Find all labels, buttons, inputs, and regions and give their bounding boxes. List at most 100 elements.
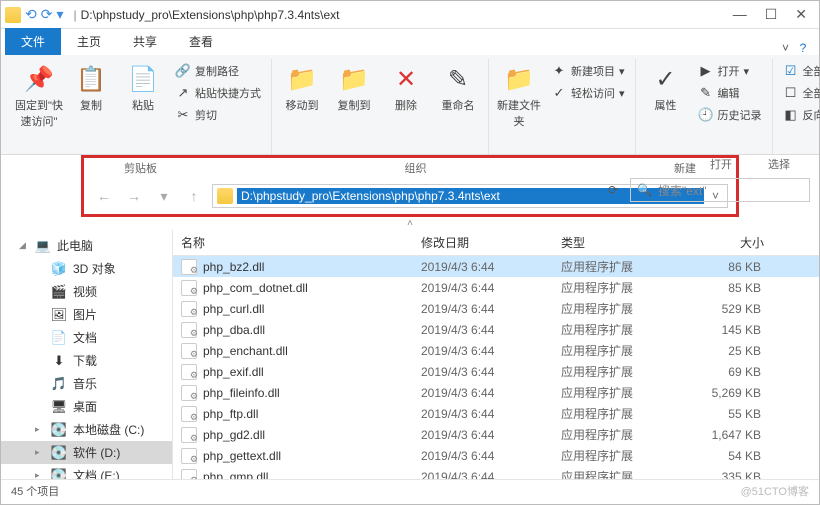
copy-icon: 📋 [75,63,107,95]
sidebar-item[interactable]: 🎬视频 [1,280,172,303]
ribbon-label-clipboard: 剪贴板 [124,160,157,176]
sidebar-item[interactable]: 🖥桌面 [1,395,172,418]
edit-icon: ✎ [698,85,714,101]
pin-quick-access-button[interactable]: 📌 固定到"快速访问" [15,61,63,133]
copy-path-button[interactable]: 🔗复制路径 [171,61,265,81]
ribbon-label-organize: 组织 [405,160,427,176]
item-icon: 🎵 [51,376,67,392]
redo-icon[interactable]: ⟳ [41,6,53,23]
sidebar-item[interactable]: ⬇下载 [1,349,172,372]
minimize-button[interactable]: — [733,6,747,23]
file-row[interactable]: php_curl.dll 2019/4/3 6:44 应用程序扩展 529 KB [173,298,819,319]
copy-to-button[interactable]: 📁复制到 [330,61,378,133]
cut-button[interactable]: ✂剪切 [171,105,265,125]
column-size[interactable]: 大小 [683,230,773,255]
nav-back-button[interactable]: ← [92,184,116,208]
file-row[interactable]: php_gmp.dll 2019/4/3 6:44 应用程序扩展 335 KB [173,466,819,479]
dll-icon [181,364,197,380]
new-folder-button[interactable]: 📁新建文件夹 [495,61,543,133]
ribbon: 📌 固定到"快速访问" 📋 复制 📄 粘贴 🔗复制路径 ↗粘贴快捷方式 ✂剪切 … [1,55,819,155]
file-row[interactable]: php_com_dotnet.dll 2019/4/3 6:44 应用程序扩展 … [173,277,819,298]
history-button[interactable]: 🕘历史记录 [694,105,766,125]
path-icon: 🔗 [175,63,191,79]
help-icon[interactable]: ? [795,41,819,55]
move-to-button[interactable]: 📁移动到 [278,61,326,133]
navigation-pane: ◢ 💻 此电脑 🧊3D 对象🎬视频🖼图片📄文档⬇下载🎵音乐🖥桌面▸💽本地磁盘 (… [1,230,173,479]
tree-collapse-icon[interactable]: ◢ [19,240,29,251]
delete-button[interactable]: ✕删除 [382,61,430,133]
dll-icon [181,385,197,401]
paste-shortcut-button[interactable]: ↗粘贴快捷方式 [171,83,265,103]
invert-selection-button[interactable]: ◧反向选择 [779,105,820,125]
properties-icon: ✓ [650,63,682,95]
undo-icon[interactable]: ⟲ [25,6,37,23]
breadcrumb-collapse-icon[interactable]: ˄ [1,217,819,230]
dll-icon [181,427,197,443]
file-row[interactable]: php_gd2.dll 2019/4/3 6:44 应用程序扩展 1,647 K… [173,424,819,445]
shortcut-icon: ↗ [175,85,191,101]
pin-icon: 📌 [23,63,55,95]
refresh-button[interactable]: ⟳ [602,183,624,197]
file-row[interactable]: php_dba.dll 2019/4/3 6:44 应用程序扩展 145 KB [173,319,819,340]
paste-icon: 📄 [127,63,159,95]
search-input[interactable]: 🔍 搜索"ext" [630,178,810,202]
file-row[interactable]: php_fileinfo.dll 2019/4/3 6:44 应用程序扩展 5,… [173,382,819,403]
separator: | [74,8,77,22]
item-icon: 🧊 [51,261,67,277]
tab-home[interactable]: 主页 [61,28,117,55]
tab-view[interactable]: 查看 [173,28,229,55]
dll-icon [181,322,197,338]
tree-icon[interactable]: ▸ [35,470,45,479]
tab-file[interactable]: 文件 [5,28,61,55]
nav-recent-button[interactable]: ▾ [152,184,176,208]
ribbon-label-open: 打开 [710,156,732,172]
file-row[interactable]: php_gettext.dll 2019/4/3 6:44 应用程序扩展 54 … [173,445,819,466]
ribbon-label-new: 新建 [674,160,696,176]
sidebar-item[interactable]: ▸💽本地磁盘 (C:) [1,418,172,441]
dll-icon [181,406,197,422]
new-item-button[interactable]: ✦新建项目▾ [547,61,629,81]
file-row[interactable]: php_exif.dll 2019/4/3 6:44 应用程序扩展 69 KB [173,361,819,382]
sidebar-item[interactable]: 🎵音乐 [1,372,172,395]
paste-button[interactable]: 📄 粘贴 [119,61,167,133]
close-button[interactable]: ✕ [795,6,807,23]
maximize-button[interactable]: ☐ [765,6,778,23]
dll-icon [181,259,197,275]
newfolder-icon: 📁 [503,63,535,95]
rename-icon: ✎ [442,63,474,95]
properties-button[interactable]: ✓属性 [642,61,690,133]
ribbon-group-select: ☑全部选择 ☐全部取消 ◧反向选择 [773,59,820,154]
nav-forward-button[interactable]: → [122,184,146,208]
sidebar-item[interactable]: 📄文档 [1,326,172,349]
open-icon: ▶ [698,63,714,79]
column-type[interactable]: 类型 [553,230,683,255]
edit-button[interactable]: ✎编辑 [694,83,766,103]
item-icon: 💽 [51,445,67,461]
selectall-icon: ☑ [783,63,799,79]
sidebar-item[interactable]: 🧊3D 对象 [1,257,172,280]
easy-access-button[interactable]: ✓轻松访问▾ [547,83,629,103]
select-all-button[interactable]: ☑全部选择 [779,61,820,81]
file-row[interactable]: php_enchant.dll 2019/4/3 6:44 应用程序扩展 25 … [173,340,819,361]
file-row[interactable]: php_bz2.dll 2019/4/3 6:44 应用程序扩展 86 KB [173,256,819,277]
file-row[interactable]: php_ftp.dll 2019/4/3 6:44 应用程序扩展 55 KB [173,403,819,424]
select-none-button[interactable]: ☐全部取消 [779,83,820,103]
ribbon-tabs: 文件 主页 共享 查看 ˅ ? [1,29,819,55]
column-name[interactable]: 名称 [173,230,413,255]
tree-icon[interactable]: ▸ [35,447,45,458]
sidebar-item[interactable]: ▸💽文档 (E:) [1,464,172,479]
column-date[interactable]: 修改日期 [413,230,553,255]
sidebar-item[interactable]: 🖼图片 [1,303,172,326]
ribbon-collapse-icon[interactable]: ˅ [782,41,795,55]
open-button[interactable]: ▶打开▾ [694,61,766,81]
sidebar-this-pc[interactable]: ◢ 💻 此电脑 [1,234,172,257]
tab-share[interactable]: 共享 [117,28,173,55]
tree-icon[interactable]: ▸ [35,424,45,435]
rename-button[interactable]: ✎重命名 [434,61,482,133]
chevron-down-icon[interactable]: ▾ [56,6,63,23]
copy-button[interactable]: 📋 复制 [67,61,115,133]
dll-icon [181,280,197,296]
nav-up-button[interactable]: ↑ [182,184,206,208]
sidebar-item[interactable]: ▸💽软件 (D:) [1,441,172,464]
pc-icon: 💻 [35,238,51,254]
